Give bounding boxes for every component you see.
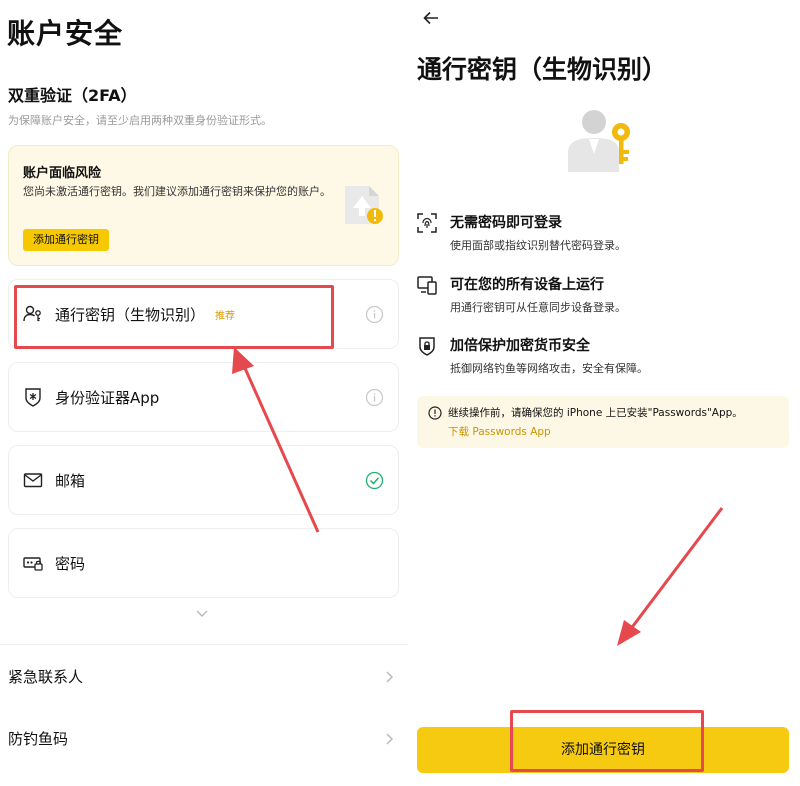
- feature-all-devices: 可在您的所有设备上运行 用通行密钥可从任意同步设备登录。: [417, 272, 787, 320]
- back-arrow-icon[interactable]: [422, 10, 440, 26]
- option-label: 邮箱: [55, 472, 86, 490]
- option-authenticator[interactable]: 身份验证器App: [8, 362, 399, 432]
- feature-title: 加倍保护加密货币安全: [450, 338, 590, 354]
- lock-shield-icon: [419, 337, 435, 356]
- menu-label: 紧急联系人: [8, 668, 84, 686]
- option-password[interactable]: 密码: [8, 528, 399, 598]
- check-circle-icon: [365, 471, 384, 490]
- highlight-box-add-passkey: [510, 710, 704, 772]
- download-passwords-link[interactable]: 下载 Passwords App: [448, 424, 551, 439]
- section-description: 为保障账户安全，请至少启用两种双重身份验证形式。: [8, 114, 272, 127]
- option-label: 身份验证器App: [55, 389, 160, 407]
- user-key-illustration-icon: [568, 110, 630, 172]
- install-notice: 继续操作前，请确保您的 iPhone 上已安装"Passwords"App。 下…: [417, 396, 789, 448]
- info-icon[interactable]: [365, 388, 384, 407]
- chevron-right-icon: [386, 733, 394, 745]
- mail-icon: [23, 473, 43, 488]
- page-title: 账户安全: [7, 17, 124, 50]
- menu-anti-phishing-code[interactable]: 防钓鱼码: [8, 718, 398, 758]
- section-title-2fa: 双重验证（2FA）: [8, 86, 137, 105]
- chevron-down-icon[interactable]: [194, 609, 210, 619]
- option-email[interactable]: 邮箱: [8, 445, 399, 515]
- feature-desc: 用通行密钥可从任意同步设备登录。: [450, 301, 626, 314]
- left-panel-account-security: 账户安全 双重验证（2FA） 为保障账户安全，请至少启用两种双重身份验证形式。 …: [0, 0, 408, 786]
- document-warning-icon: [345, 186, 383, 224]
- feature-desc: 使用面部或指纹识别替代密码登录。: [450, 239, 626, 252]
- devices-icon: [417, 276, 437, 295]
- feature-title: 无需密码即可登录: [450, 215, 562, 231]
- authenticator-shield-icon: [25, 388, 41, 407]
- chevron-right-icon: [386, 671, 394, 683]
- notice-text: 继续操作前，请确保您的 iPhone 上已安装"Passwords"App。: [448, 407, 743, 419]
- risk-warning-card: 账户面临风险 您尚未激活通行密钥。我们建议添加通行密钥来保护您的账户。 添加通行…: [8, 145, 399, 266]
- risk-description: 您尚未激活通行密钥。我们建议添加通行密钥来保护您的账户。: [23, 185, 331, 198]
- feature-title: 可在您的所有设备上运行: [450, 277, 604, 293]
- add-passkey-button[interactable]: 添加通行密钥: [23, 229, 109, 251]
- menu-label: 防钓鱼码: [8, 730, 69, 748]
- info-icon[interactable]: [365, 305, 384, 324]
- option-label: 密码: [55, 555, 86, 573]
- feature-crypto-security: 加倍保护加密货币安全 抵御网络钓鱼等网络攻击，安全有保障。: [417, 333, 787, 381]
- page-title: 通行密钥（生物识别）: [417, 55, 668, 84]
- warning-circle-icon: [428, 406, 442, 420]
- menu-emergency-contact[interactable]: 紧急联系人: [8, 656, 398, 696]
- password-icon: [23, 557, 43, 571]
- divider: [0, 644, 408, 645]
- feature-passwordless: 无需密码即可登录 使用面部或指纹识别替代密码登录。: [417, 210, 787, 258]
- right-panel-passkey: 通行密钥（生物识别） 无需密码即可登录 使用面部或指纹识别替代密码登录。 可在您…: [408, 0, 800, 786]
- face-scan-icon: [417, 213, 437, 233]
- feature-desc: 抵御网络钓鱼等网络攻击，安全有保障。: [450, 362, 648, 375]
- highlight-box-passkey: [14, 285, 334, 349]
- risk-title: 账户面临风险: [23, 166, 102, 181]
